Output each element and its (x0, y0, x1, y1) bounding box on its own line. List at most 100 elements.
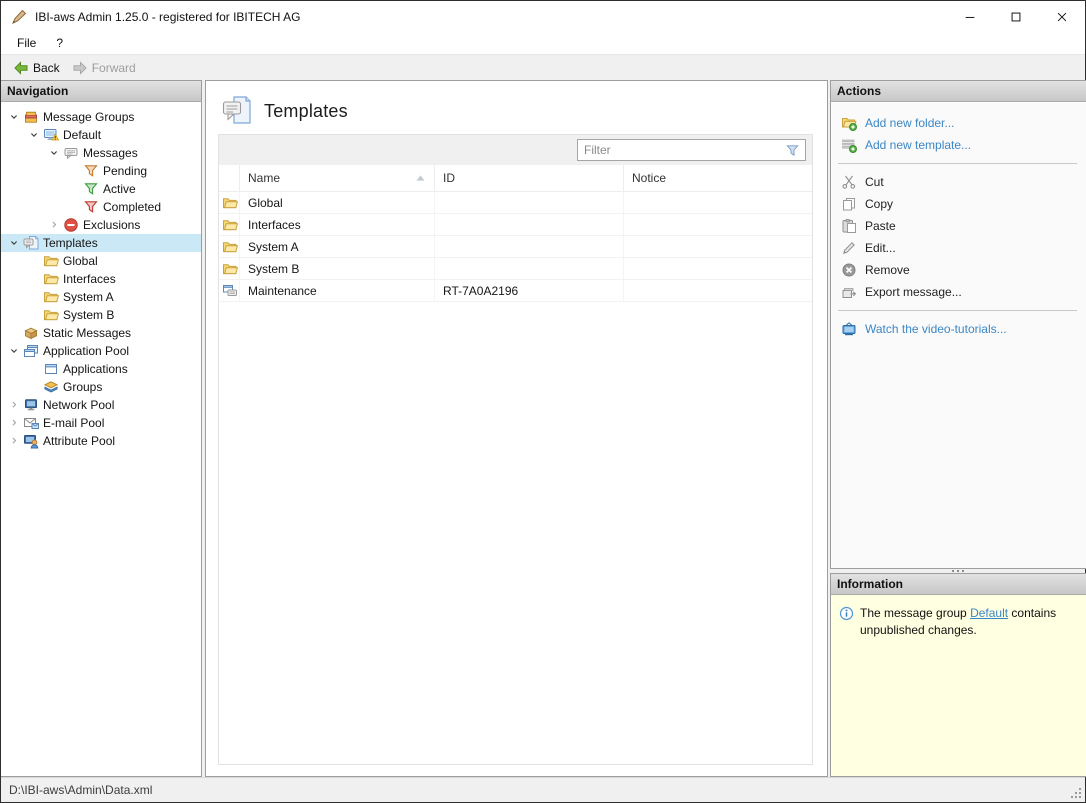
header-icon-column[interactable] (219, 165, 240, 191)
add-template-icon (841, 137, 857, 153)
column-label: ID (443, 171, 455, 185)
actions-separator (838, 310, 1077, 311)
table-row[interactable]: Global (219, 192, 812, 214)
row-notice (624, 214, 812, 235)
sidebar-item-attribute-pool[interactable]: Attribute Pool (1, 432, 201, 450)
sidebar-item-static-messages[interactable]: Static Messages (1, 324, 201, 342)
resize-grip[interactable] (1079, 788, 1081, 790)
default-group-link[interactable]: Default (970, 606, 1008, 620)
action-label: Add new folder... (865, 116, 954, 130)
message-groups-icon (23, 109, 39, 125)
row-id (435, 192, 624, 213)
close-button[interactable] (1039, 1, 1085, 32)
filter-input[interactable] (578, 143, 785, 157)
sidebar-item-groups[interactable]: Groups (1, 378, 201, 396)
remove-icon (841, 262, 857, 278)
chevron-down-icon[interactable] (7, 110, 21, 124)
row-notice (624, 236, 812, 257)
back-label: Back (33, 61, 60, 75)
maximize-button[interactable] (993, 1, 1039, 32)
action-label: Watch the video-tutorials... (865, 322, 1007, 336)
folder-icon (222, 195, 238, 211)
copy-action[interactable]: Copy (831, 193, 1086, 215)
header-name-column[interactable]: Name (240, 165, 435, 191)
chevron-right-icon[interactable] (7, 398, 21, 412)
sidebar-item-global[interactable]: Global (1, 252, 201, 270)
back-arrow-icon (13, 60, 29, 76)
window-title: IBI-aws Admin 1.25.0 - registered for IB… (35, 10, 300, 24)
menu-help[interactable]: ? (46, 32, 73, 54)
filter-field[interactable] (577, 139, 806, 161)
folder-icon (222, 239, 238, 255)
sidebar-item-application-pool[interactable]: Application Pool (1, 342, 201, 360)
info-text-before: The message group (860, 606, 970, 620)
sidebar-item-templates[interactable]: Templates (1, 234, 201, 252)
menu-file[interactable]: File (1, 32, 46, 54)
tree-label: Global (63, 254, 98, 268)
chevron-down-icon[interactable] (7, 344, 21, 358)
table-row[interactable]: System B (219, 258, 812, 280)
tree-label: Templates (43, 236, 98, 250)
attribute-pool-icon (23, 433, 39, 449)
sidebar-item-pending[interactable]: Pending (1, 162, 201, 180)
action-label: Edit... (865, 241, 896, 255)
actions-panel: Actions Add new folder... Add new templa… (830, 80, 1086, 569)
chevron-right-icon[interactable] (7, 434, 21, 448)
back-button[interactable]: Back (7, 57, 66, 79)
right-column: Actions Add new folder... Add new templa… (830, 80, 1086, 777)
sidebar-item-default[interactable]: Default (1, 126, 201, 144)
filter-funnel-icon[interactable] (785, 143, 800, 158)
maximize-icon (1009, 10, 1023, 24)
templates-list-frame: Name ID Notice Global Interfaces (218, 134, 813, 765)
row-name: Interfaces (240, 214, 435, 235)
header-id-column[interactable]: ID (435, 165, 624, 191)
column-label: Notice (632, 171, 666, 185)
chevron-right-icon[interactable] (7, 416, 21, 430)
navigation-header: Navigation (1, 81, 201, 102)
remove-action[interactable]: Remove (831, 259, 1086, 281)
chevron-right-icon[interactable] (47, 218, 61, 232)
sidebar-item-applications[interactable]: Applications (1, 360, 201, 378)
funnel-active-icon (83, 181, 99, 197)
row-id (435, 258, 624, 279)
table-row[interactable]: Maintenance RT-7A0A2196 (219, 280, 812, 302)
export-message-action[interactable]: Export message... (831, 281, 1086, 303)
sidebar-item-email-pool[interactable]: E-mail Pool (1, 414, 201, 432)
workspace: Navigation Message Groups Default Messag… (1, 80, 1085, 779)
sidebar-item-active[interactable]: Active (1, 180, 201, 198)
cut-action[interactable]: Cut (831, 171, 1086, 193)
filter-bar (219, 135, 812, 165)
sidebar-item-system-a[interactable]: System A (1, 288, 201, 306)
video-tutorials-action[interactable]: Watch the video-tutorials... (831, 318, 1086, 340)
add-new-folder-action[interactable]: Add new folder... (831, 112, 1086, 134)
content-panel: Templates Name ID Notice (205, 80, 828, 777)
header-notice-column[interactable]: Notice (624, 165, 812, 191)
paste-action[interactable]: Paste (831, 215, 1086, 237)
forward-button[interactable]: Forward (66, 57, 142, 79)
sort-ascending-icon (415, 174, 426, 182)
sidebar-item-exclusions[interactable]: Exclusions (1, 216, 201, 234)
sidebar-item-completed[interactable]: Completed (1, 198, 201, 216)
folder-icon (43, 289, 59, 305)
sidebar-item-message-groups[interactable]: Message Groups (1, 108, 201, 126)
data-file-path: D:\IBI-aws\Admin\Data.xml (9, 783, 152, 797)
static-messages-icon (23, 325, 39, 341)
chevron-down-icon[interactable] (47, 146, 61, 160)
minimize-button[interactable] (947, 1, 993, 32)
add-folder-icon (841, 115, 857, 131)
chevron-down-icon[interactable] (27, 128, 41, 142)
chevron-down-icon[interactable] (7, 236, 21, 250)
sidebar-item-system-b[interactable]: System B (1, 306, 201, 324)
edit-action[interactable]: Edit... (831, 237, 1086, 259)
add-new-template-action[interactable]: Add new template... (831, 134, 1086, 156)
toolbar: Back Forward (1, 54, 1085, 80)
table-row[interactable]: System A (219, 236, 812, 258)
sidebar-item-interfaces[interactable]: Interfaces (1, 270, 201, 288)
sidebar-item-network-pool[interactable]: Network Pool (1, 396, 201, 414)
tree-label: E-mail Pool (43, 416, 104, 430)
sidebar-item-messages[interactable]: Messages (1, 144, 201, 162)
table-row[interactable]: Interfaces (219, 214, 812, 236)
folder-icon (43, 271, 59, 287)
tree-label: Active (103, 182, 136, 196)
action-label: Copy (865, 197, 893, 211)
